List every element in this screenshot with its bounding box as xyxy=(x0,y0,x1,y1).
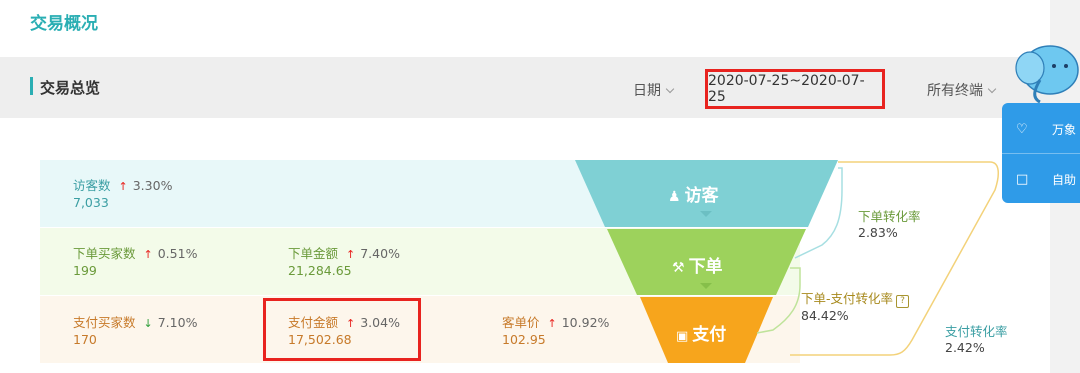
metric-order-amount: 下单金额 ↑ 7.40% 21,284.65 xyxy=(288,246,400,279)
section-title: 交易总览 xyxy=(40,79,101,97)
metric-change: 7.10% xyxy=(157,315,198,330)
conversion-label: 下单-支付转化率 xyxy=(801,291,894,306)
popup-divider xyxy=(1002,153,1080,154)
chat-icon: □ xyxy=(1016,171,1029,187)
terminal-filter-dropdown[interactable]: 所有终端 xyxy=(927,80,997,100)
metric-label: 客单价 xyxy=(502,315,540,330)
metric-label: 下单金额 xyxy=(288,246,339,261)
highlight-pay-amount xyxy=(263,298,421,361)
section-accent xyxy=(30,77,33,95)
metric-visitors: 访客数 ↑ 3.30% 7,033 xyxy=(73,178,172,211)
conversion-pay-rate: 支付转化率 2.42% xyxy=(945,324,1008,356)
popup-item-notify[interactable]: ♡ 万象 xyxy=(1002,105,1080,153)
conversion-label: 下单转化率 xyxy=(858,209,921,224)
metric-value: 21,284.65 xyxy=(288,263,352,278)
arrow-up-icon: ↑ xyxy=(118,180,128,193)
metric-change: 3.30% xyxy=(132,178,173,193)
metric-unit-price: 客单价 ↑ 10.92% 102.95 xyxy=(502,315,609,348)
help-icon[interactable]: ? xyxy=(896,295,910,308)
bell-icon: ♡ xyxy=(1016,121,1028,137)
chevron-down-icon xyxy=(665,84,675,94)
funnel-order-label: ⚒ 下单 xyxy=(672,257,723,277)
hammer-icon: ⚒ xyxy=(672,260,685,276)
popup-item-self-service[interactable]: □ 自助 xyxy=(1002,155,1080,203)
assistant-popup: ♡ 万象 □ 自助 xyxy=(1002,103,1080,203)
metric-order-buyers: 下单买家数 ↑ 0.51% 199 xyxy=(73,246,197,279)
section-header-bar xyxy=(0,57,1050,118)
arrow-up-icon: ↑ xyxy=(547,317,557,330)
metric-change: 10.92% xyxy=(561,315,610,330)
conversion-order-rate: 下单转化率 2.83% xyxy=(858,209,921,241)
funnel-pay-label: ▣ 支付 xyxy=(676,325,727,345)
conversion-label: 支付转化率 xyxy=(945,324,1008,339)
connector-order-rate xyxy=(794,167,843,259)
page-title: 交易概况 xyxy=(30,14,98,34)
metric-value: 102.95 xyxy=(502,332,546,347)
popup-item-label: 万象 xyxy=(1052,122,1077,137)
metric-label: 支付买家数 xyxy=(73,315,136,330)
elephant-mascot-icon[interactable] xyxy=(1010,40,1080,106)
metric-label: 下单买家数 xyxy=(73,246,136,261)
metric-label: 访客数 xyxy=(73,178,111,193)
date-filter-dropdown[interactable]: 日期 xyxy=(633,80,675,100)
metric-change: 0.51% xyxy=(157,246,198,261)
user-icon: ♟ xyxy=(668,189,681,205)
metric-value: 199 xyxy=(73,263,97,278)
conversion-value: 2.42% xyxy=(945,340,985,355)
arrow-up-icon: ↑ xyxy=(346,248,356,261)
metric-pay-buyers: 支付买家数 ↓ 7.10% 170 xyxy=(73,315,197,348)
conversion-order-pay-rate: 下单-支付转化率? 84.42% xyxy=(801,291,910,324)
date-range-picker[interactable]: 2020-07-25~2020-07-25 xyxy=(705,69,885,109)
date-range-value: 2020-07-25~2020-07-25 xyxy=(708,73,865,105)
popup-item-label: 自助 xyxy=(1052,172,1077,187)
metric-value: 170 xyxy=(73,332,97,347)
terminal-filter-label: 所有终端 xyxy=(927,83,983,99)
metric-value: 7,033 xyxy=(73,195,109,210)
arrow-up-icon: ↑ xyxy=(143,248,153,261)
chevron-down-icon xyxy=(987,84,997,94)
arrow-down-icon: ↓ xyxy=(143,317,153,330)
funnel-visitor-label: ♟ 访客 xyxy=(668,186,719,206)
metric-change: 7.40% xyxy=(360,246,400,261)
conversion-value: 2.83% xyxy=(858,225,898,240)
wallet-icon: ▣ xyxy=(676,329,689,344)
date-filter-label: 日期 xyxy=(633,83,661,99)
conversion-value: 84.42% xyxy=(801,308,849,323)
